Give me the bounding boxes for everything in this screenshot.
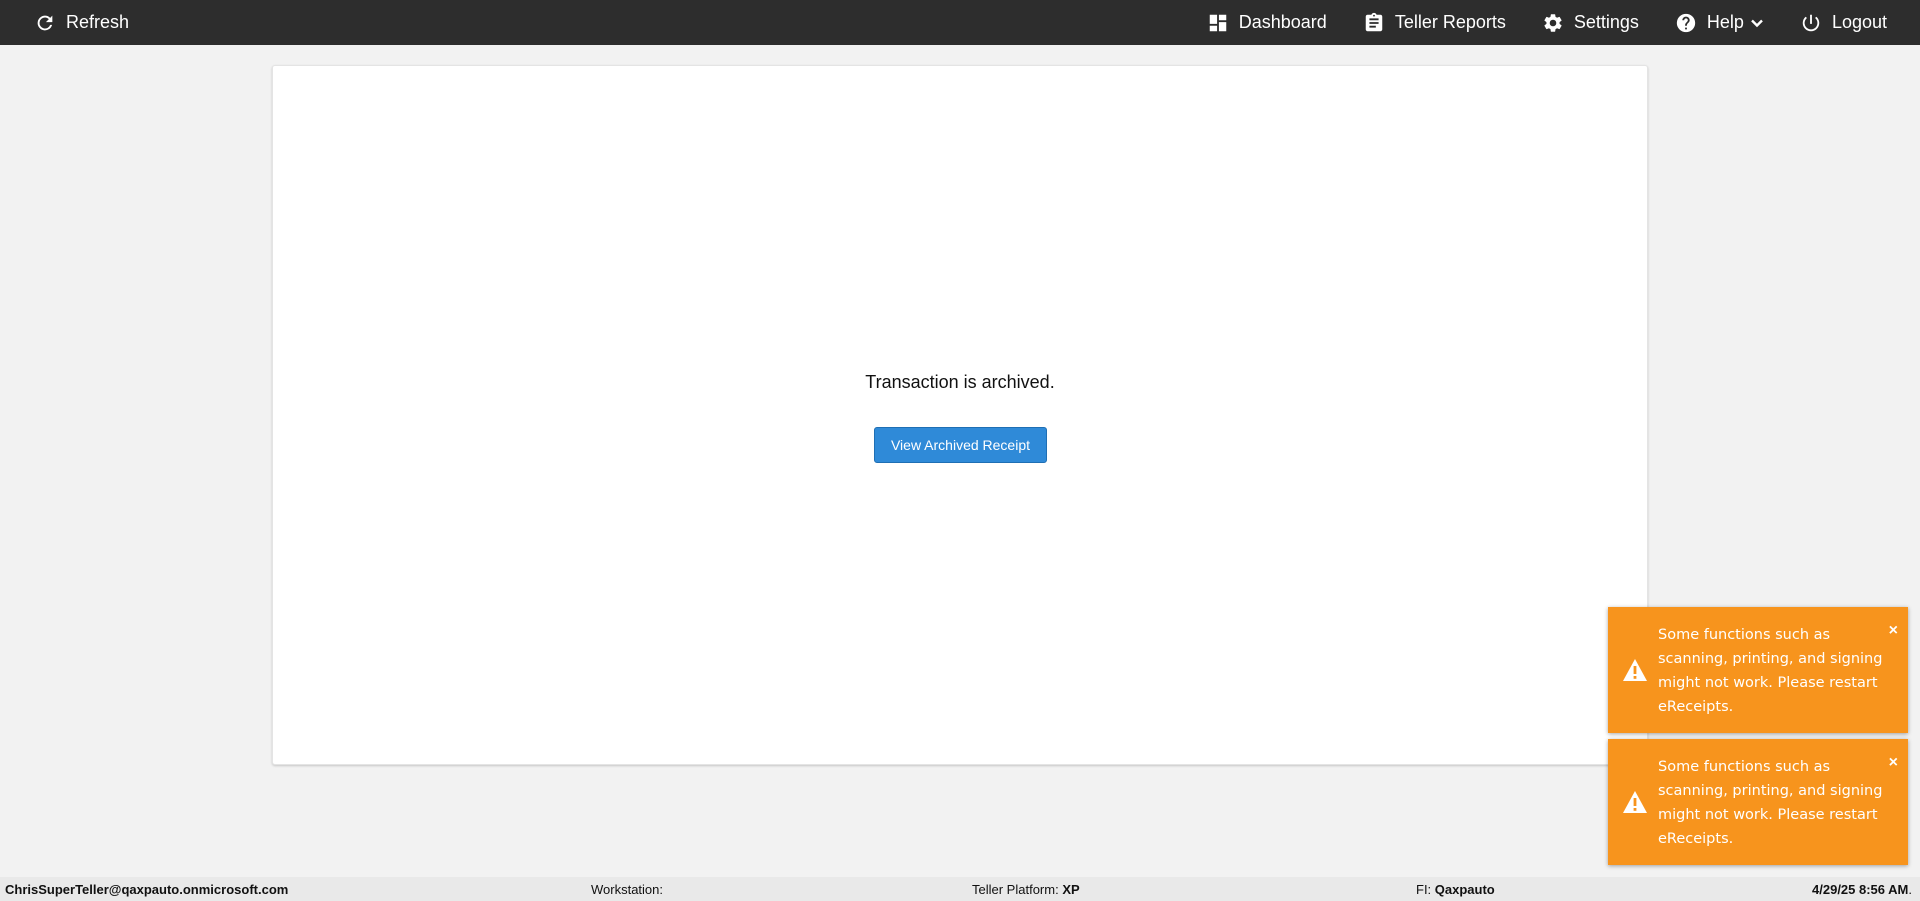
warning-toast: Some functions such as scanning, printin…	[1608, 607, 1908, 733]
warning-toast: Some functions such as scanning, printin…	[1608, 739, 1908, 865]
toast-message: Some functions such as scanning, printin…	[1658, 759, 1883, 847]
status-user: ChrisSuperTeller@qaxpauto.onmicrosoft.co…	[5, 882, 288, 897]
top-navbar: Refresh Dashboard Teller Reports Setting…	[0, 0, 1920, 45]
nav-logout-label: Logout	[1831, 12, 1887, 32]
warning-icon	[1623, 659, 1647, 681]
status-datetime-suffix: .	[1908, 882, 1912, 897]
status-fi-label: FI:	[1416, 882, 1432, 897]
nav-teller-reports-label: Teller Reports	[1394, 12, 1506, 32]
status-platform-value: XP	[1062, 882, 1080, 897]
toast-message: Some functions such as scanning, printin…	[1658, 627, 1883, 715]
nav-right-group: Dashboard Teller Reports Settings Help L…	[1171, 0, 1920, 45]
status-workstation: Workstation:	[591, 882, 663, 897]
nav-help-label: Help	[1706, 12, 1744, 32]
status-bar: ChrisSuperTeller@qaxpauto.onmicrosoft.co…	[0, 877, 1920, 901]
chevron-down-icon	[1751, 19, 1763, 27]
power-icon	[1802, 14, 1820, 31]
clipboard-icon	[1365, 12, 1383, 31]
status-platform-label: Teller Platform:	[972, 882, 1059, 897]
status-fi-value: Qaxpauto	[1434, 882, 1495, 897]
warning-icon	[1623, 791, 1647, 813]
gear-icon	[1544, 13, 1562, 32]
status-user-value: ChrisSuperTeller@qaxpauto.onmicrosoft.co…	[5, 882, 289, 897]
nav-logout[interactable]: Logout	[1800, 0, 1887, 45]
status-platform: Teller Platform: XP	[972, 882, 1080, 897]
status-workstation-label: Workstation:	[591, 882, 664, 897]
nav-help-dropdown[interactable]: Help	[1675, 0, 1764, 45]
status-datetime: 4/29/25 8:56 AM.	[1812, 882, 1912, 897]
refresh-label: Refresh	[66, 12, 130, 32]
archived-message: Transaction is archived.	[865, 372, 1055, 392]
help-circle-icon	[1676, 13, 1696, 32]
view-archived-receipt-button[interactable]: View Archived Receipt	[874, 427, 1047, 463]
refresh-button[interactable]: Refresh	[0, 0, 129, 45]
toast-close-button[interactable]: ×	[1889, 755, 1898, 771]
toast-close-button[interactable]: ×	[1889, 623, 1898, 639]
status-datetime-value: 4/29/25 8:56 AM	[1812, 882, 1909, 897]
nav-settings[interactable]: Settings	[1542, 0, 1639, 45]
nav-dashboard[interactable]: Dashboard	[1207, 0, 1327, 45]
refresh-icon	[37, 15, 53, 30]
nav-settings-label: Settings	[1573, 12, 1639, 32]
transaction-card: Transaction is archived. View Archived R…	[272, 65, 1648, 765]
nav-dashboard-label: Dashboard	[1238, 12, 1327, 32]
status-fi: FI: Qaxpauto	[1416, 882, 1495, 897]
dashboard-icon	[1209, 14, 1226, 31]
nav-teller-reports[interactable]: Teller Reports	[1363, 0, 1506, 45]
